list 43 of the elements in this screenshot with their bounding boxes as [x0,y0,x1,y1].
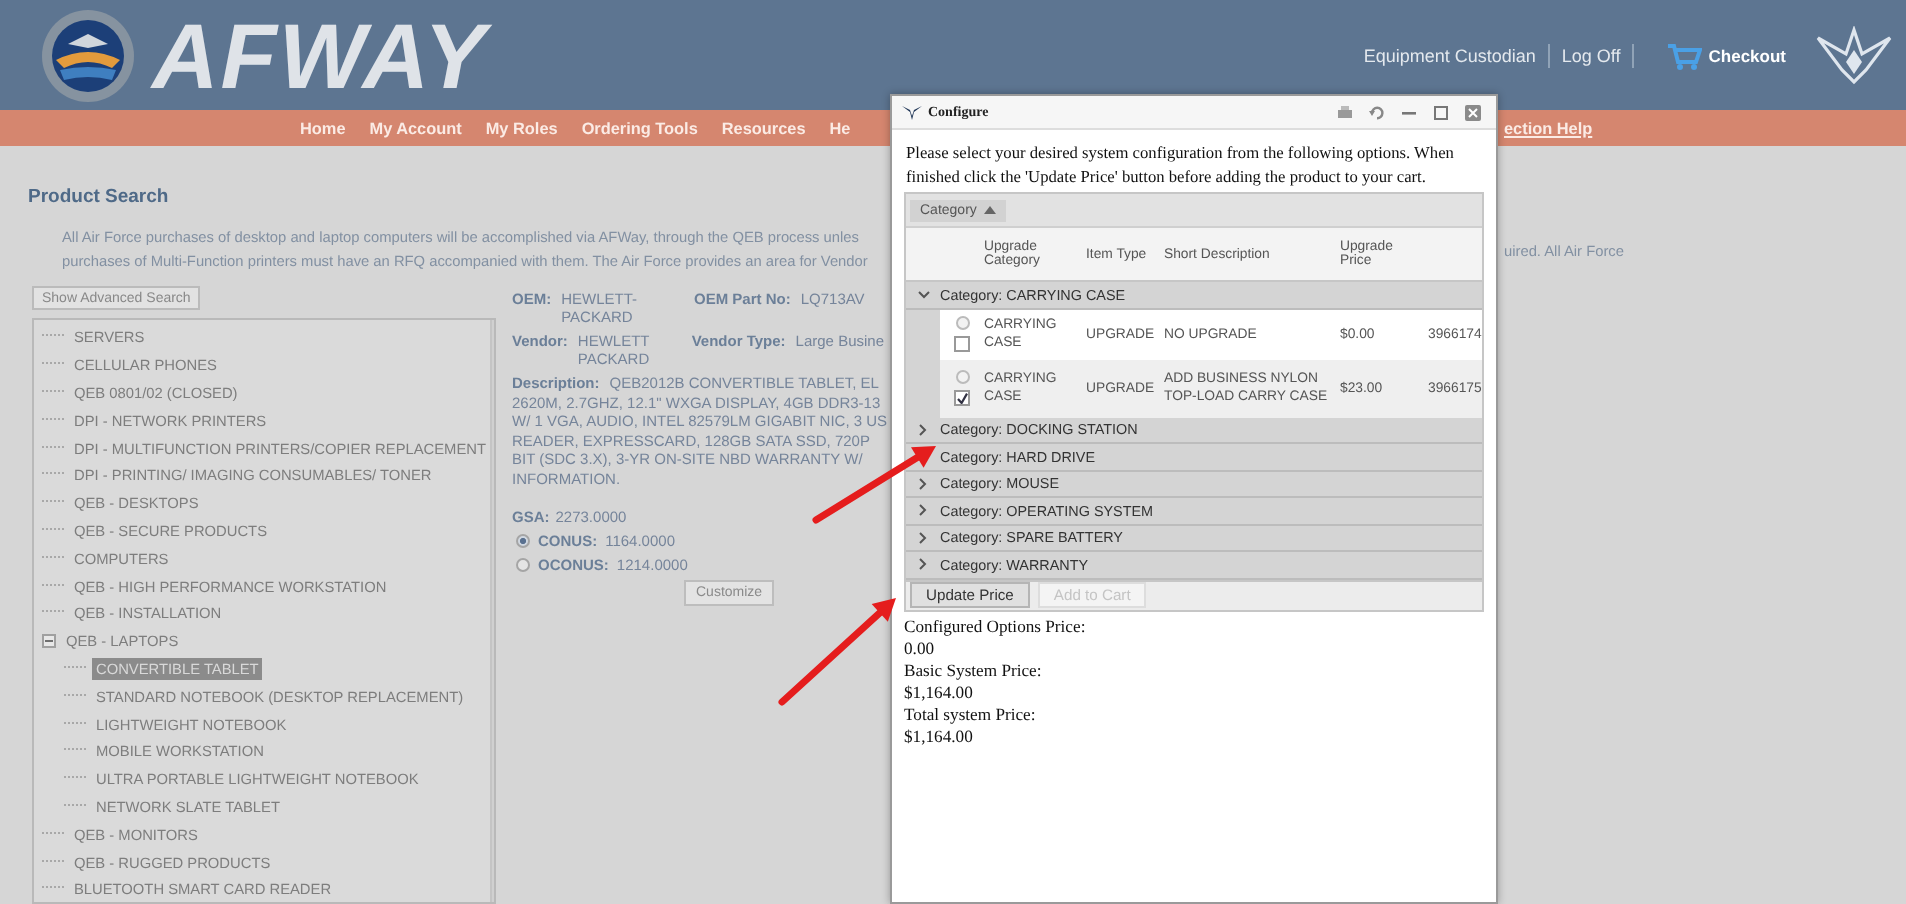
radio-button[interactable] [516,558,530,572]
price-value: $1,164.00 [904,725,975,747]
nav-link[interactable]: My Roles [485,119,558,137]
nav-link[interactable]: Resources [721,119,806,137]
radio-button[interactable] [955,316,969,330]
checkout-link[interactable]: Checkout [1666,41,1786,69]
collapse-icon[interactable] [42,634,56,649]
price-value: $1,164.00 [904,681,975,703]
instructions-text: Please select your desired system configuration from the following options. When finished click the 'Update Price' button before adding the product to your cart. [906,142,1456,188]
nav-link[interactable]: Ordering Tools [581,119,698,137]
header-link[interactable]: Log Off [1561,45,1621,65]
chevron-right-icon[interactable] [918,504,928,517]
annotation-arrow [778,598,896,706]
refresh-icon[interactable] [1368,103,1386,121]
price-label: Basic System Price: [904,659,1044,681]
page-title: Product Search [28,186,171,208]
print-icon[interactable] [1336,103,1354,121]
wings-emblem-icon [1814,25,1894,85]
close-icon[interactable] [1464,103,1482,121]
chevron-right-icon[interactable] [918,531,928,544]
maximize-icon[interactable] [1432,103,1450,121]
price-value: 0.00 [904,637,937,659]
sort-up-icon [984,206,997,214]
seal-icon [40,7,136,103]
nav-link[interactable]: ection Help [1504,119,1593,137]
row-indent-strip [906,309,940,359]
radio-button[interactable] [955,370,969,384]
nav-link[interactable]: He [829,119,851,137]
cart-icon [1666,41,1703,69]
chevron-right-icon[interactable] [918,477,928,490]
logo-text: AFWAY [152,5,488,105]
nav-link[interactable]: Home [300,119,346,137]
wings-icon [902,103,922,121]
header-link[interactable]: Equipment Custodian [1363,45,1536,65]
checkbox[interactable] [954,336,970,352]
radio-button[interactable] [516,534,530,548]
chevron-down-icon[interactable] [917,289,929,300]
chevron-right-icon[interactable] [918,558,928,571]
nav-link[interactable]: My Account [369,119,462,137]
checkbox[interactable] [954,390,970,406]
chevron-right-icon[interactable] [918,423,928,436]
price-label: Configured Options Price: [904,615,1088,637]
price-label: Total system Price: [904,703,1038,725]
